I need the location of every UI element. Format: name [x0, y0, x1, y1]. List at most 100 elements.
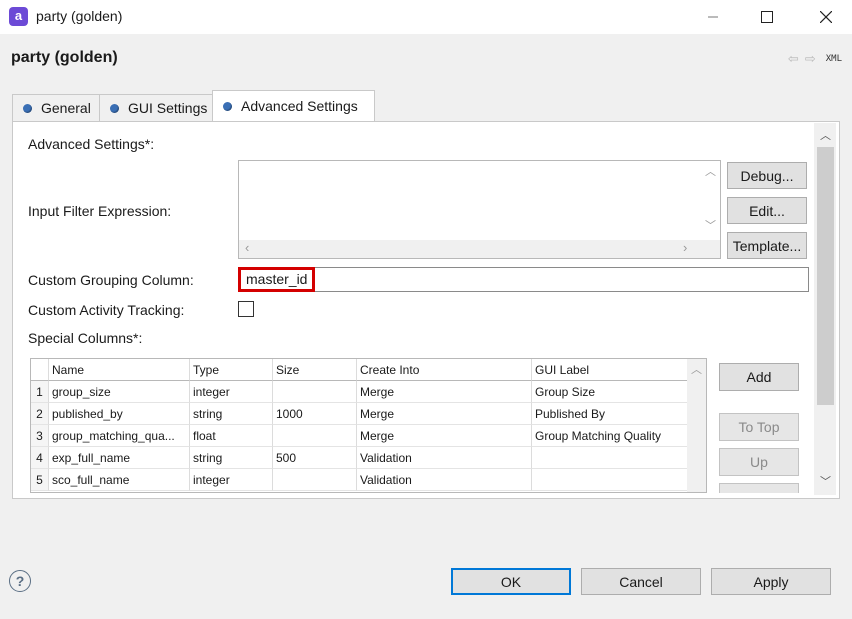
template-button[interactable]: Template...	[727, 232, 807, 259]
row-number: 1	[31, 381, 49, 403]
cell-create-into[interactable]: Merge	[357, 425, 532, 447]
filter-horizontal-scrollbar[interactable]: ‹ ›	[239, 240, 702, 258]
column-header-type[interactable]: Type	[190, 359, 273, 381]
cell-type[interactable]: integer	[190, 469, 273, 491]
title-bar: a party (golden)	[0, 0, 852, 34]
chevron-up-icon[interactable]: ︿	[705, 163, 716, 179]
column-header-size[interactable]: Size	[273, 359, 357, 381]
cell-name[interactable]: group_matching_qua...	[49, 425, 190, 447]
cell-gui-label[interactable]	[532, 447, 688, 469]
app-icon: a	[9, 7, 28, 26]
panel-scrollbar[interactable]: ︿ ﹀	[814, 123, 836, 495]
table-scrollbar[interactable]: ︿	[687, 359, 706, 492]
row-number-header	[31, 359, 49, 381]
scrollbar-thumb[interactable]	[817, 147, 834, 405]
table-header: Name Type Size Create Into GUI Label	[31, 359, 688, 381]
close-icon	[820, 11, 832, 23]
tab-dot-icon	[110, 103, 119, 113]
ok-button[interactable]: OK	[451, 568, 571, 595]
cell-name[interactable]: sco_full_name	[49, 469, 190, 491]
add-button[interactable]: Add	[719, 363, 799, 391]
up-button[interactable]: Up	[719, 448, 799, 476]
custom-grouping-input[interactable]	[238, 267, 809, 292]
scroll-down-icon[interactable]: ﹀	[820, 473, 831, 489]
chevron-up-icon[interactable]: ︿	[691, 361, 702, 377]
tab-dot-icon	[223, 101, 232, 111]
forward-arrow-icon[interactable]: ⇨	[805, 51, 816, 67]
cell-size[interactable]: 1000	[273, 403, 357, 425]
cell-create-into[interactable]: Merge	[357, 381, 532, 403]
cell-gui-label[interactable]: Group Size	[532, 381, 688, 403]
custom-activity-label: Custom Activity Tracking:	[28, 302, 185, 318]
cell-type[interactable]: float	[190, 425, 273, 447]
chevron-right-icon[interactable]: ›	[683, 240, 687, 255]
minimize-icon	[708, 16, 718, 18]
advanced-settings-label: Advanced Settings*:	[28, 136, 155, 152]
custom-activity-checkbox[interactable]	[238, 301, 254, 317]
cancel-button[interactable]: Cancel	[581, 568, 701, 595]
chevron-left-icon[interactable]: ‹	[245, 240, 249, 255]
cell-create-into[interactable]: Validation	[357, 469, 532, 491]
xml-view-button[interactable]: XML	[826, 54, 842, 64]
cell-gui-label[interactable]: Published By	[532, 403, 688, 425]
cell-type[interactable]: integer	[190, 381, 273, 403]
row-number: 3	[31, 425, 49, 447]
cell-name[interactable]: published_by	[49, 403, 190, 425]
tab-label: GUI Settings	[128, 100, 208, 116]
tab-label: Advanced Settings	[241, 98, 358, 114]
table-row[interactable]: 1 group_size integer Merge Group Size	[31, 381, 688, 403]
column-header-name[interactable]: Name	[49, 359, 190, 381]
input-filter-label: Input Filter Expression:	[28, 203, 172, 219]
page-title: party (golden)	[11, 49, 118, 66]
apply-button[interactable]: Apply	[711, 568, 831, 595]
table-row[interactable]: 2 published_by string 1000 Merge Publish…	[31, 403, 688, 425]
editor-header: party (golden) ⇦ ⇨ XML	[0, 34, 852, 89]
cell-size[interactable]	[273, 425, 357, 447]
hidden-button-partial[interactable]	[719, 483, 799, 493]
special-columns-label: Special Columns*:	[28, 330, 143, 346]
table-row[interactable]: 4 exp_full_name string 500 Validation	[31, 447, 688, 469]
column-header-create-into[interactable]: Create Into	[357, 359, 532, 381]
row-number: 4	[31, 447, 49, 469]
chevron-down-icon[interactable]: ﹀	[705, 217, 716, 233]
table-row[interactable]: 5 sco_full_name integer Validation	[31, 469, 688, 491]
header-nav: ⇦ ⇨ XML	[788, 51, 842, 67]
input-filter-expression-field[interactable]: ︿ ﹀ ‹ ›	[238, 160, 721, 259]
column-header-gui-label[interactable]: GUI Label	[532, 359, 688, 381]
row-number: 5	[31, 469, 49, 491]
help-icon[interactable]: ?	[9, 570, 31, 592]
scroll-up-icon[interactable]: ︿	[820, 127, 831, 143]
cell-size[interactable]: 500	[273, 447, 357, 469]
cell-name[interactable]: group_size	[49, 381, 190, 403]
special-columns-table: Name Type Size Create Into GUI Label 1 g…	[30, 358, 707, 493]
cell-type[interactable]: string	[190, 403, 273, 425]
cell-gui-label[interactable]	[532, 469, 688, 491]
debug-button[interactable]: Debug...	[727, 162, 807, 189]
tab-gui-settings[interactable]: GUI Settings	[99, 94, 213, 121]
cell-create-into[interactable]: Validation	[357, 447, 532, 469]
tab-advanced-settings[interactable]: Advanced Settings	[212, 90, 375, 121]
cell-name[interactable]: exp_full_name	[49, 447, 190, 469]
row-number: 2	[31, 403, 49, 425]
cell-size[interactable]	[273, 469, 357, 491]
table-row[interactable]: 3 group_matching_qua... float Merge Grou…	[31, 425, 688, 447]
window-title: party (golden)	[36, 8, 123, 24]
back-arrow-icon[interactable]: ⇦	[788, 51, 799, 67]
close-window-button[interactable]	[803, 0, 849, 34]
cell-create-into[interactable]: Merge	[357, 403, 532, 425]
custom-grouping-label: Custom Grouping Column:	[28, 272, 194, 288]
tab-dot-icon	[23, 103, 32, 113]
edit-button[interactable]: Edit...	[727, 197, 807, 224]
tab-label: General	[41, 100, 91, 116]
custom-grouping-value[interactable]: master_id	[238, 267, 315, 292]
maximize-icon	[761, 11, 773, 23]
to-top-button[interactable]: To Top	[719, 413, 799, 441]
cell-type[interactable]: string	[190, 447, 273, 469]
cell-gui-label[interactable]: Group Matching Quality	[532, 425, 688, 447]
scroll-corner	[701, 240, 720, 258]
minimize-button[interactable]	[690, 0, 736, 34]
maximize-button[interactable]	[744, 0, 790, 34]
filter-vertical-scrollbar[interactable]: ︿ ﹀	[701, 161, 720, 240]
cell-size[interactable]	[273, 381, 357, 403]
tab-general[interactable]: General	[12, 94, 100, 121]
